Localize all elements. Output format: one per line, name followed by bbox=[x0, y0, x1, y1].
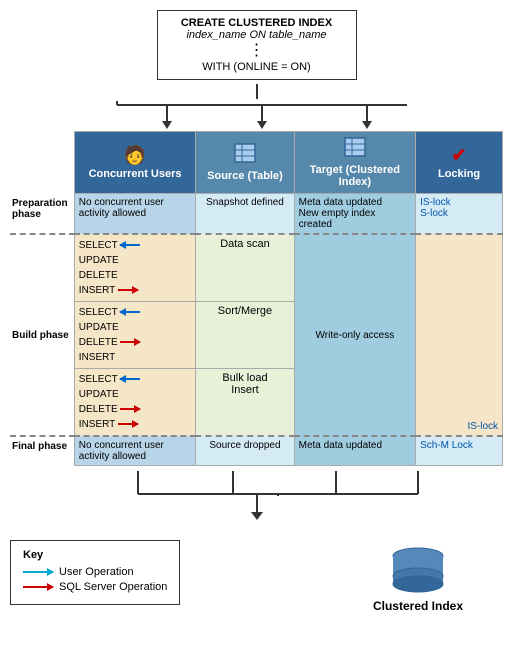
page: CREATE CLUSTERED INDEX index_name ON tab… bbox=[0, 0, 513, 623]
clustered-index-icon bbox=[373, 546, 463, 599]
sql-line3: WITH (ONLINE = ON) bbox=[168, 61, 346, 73]
build-target: Write-only access bbox=[294, 234, 415, 436]
key-sql-op: SQL Server Operation bbox=[23, 581, 167, 593]
prep-phase-label: Preparation phase bbox=[10, 194, 74, 235]
person-icon: 🧑 bbox=[78, 145, 192, 166]
build-source-2: Sort/Merge bbox=[196, 302, 294, 369]
final-phase-row: Final phase No concurrent user activity … bbox=[10, 436, 503, 466]
arrow-right-3b bbox=[118, 423, 138, 425]
final-concurrent-cell: No concurrent user activity allowed bbox=[74, 436, 195, 466]
phase-col-header bbox=[10, 132, 74, 194]
main-diagram: 🧑 Concurrent Users Source (Table) Target… bbox=[10, 131, 503, 499]
bottom-arrows-svg bbox=[88, 466, 488, 496]
sql-line2: index_name ON table_name bbox=[168, 29, 346, 41]
bottom-arrows-cell bbox=[74, 466, 502, 500]
key-title: Key bbox=[23, 549, 167, 561]
final-source-cell: Source dropped bbox=[196, 436, 294, 466]
arrow-split-container bbox=[10, 101, 503, 129]
sql-dots: ⋮ bbox=[168, 43, 346, 59]
table-icon bbox=[199, 143, 290, 168]
key-user-op: User Operation bbox=[23, 566, 167, 578]
arrow-left-3 bbox=[120, 378, 140, 380]
prep-phase-row: Preparation phase No concurrent user act… bbox=[10, 194, 503, 235]
key-section: Key User Operation SQL Server Operation bbox=[10, 540, 180, 605]
split-arrows-svg bbox=[17, 101, 497, 129]
build-concurrent-3: SELECT UPDATE DELETE INSERT bbox=[74, 369, 195, 437]
final-target-cell: Meta data updated bbox=[294, 436, 415, 466]
prep-locking-cell: IS-lock S-lock bbox=[416, 194, 503, 235]
build-source-1: Data scan bbox=[196, 234, 294, 302]
header-concurrent: 🧑 Concurrent Users bbox=[74, 132, 195, 194]
prep-concurrent-cell: No concurrent user activity allowed bbox=[74, 194, 195, 235]
build-concurrent-1: SELECT UPDATE DELETE INSERT bbox=[74, 234, 195, 302]
header-source: Source (Table) bbox=[196, 132, 294, 194]
arrow-right-3a bbox=[120, 408, 140, 410]
final-phase-label: Final phase bbox=[10, 436, 74, 466]
arrow-line-top bbox=[256, 84, 258, 99]
build-phase-label: Build phase bbox=[10, 234, 74, 436]
final-arrow-svg bbox=[247, 494, 267, 524]
clustered-index-label: Clustered Index bbox=[373, 599, 463, 613]
prep-source-cell: Snapshot defined bbox=[196, 194, 294, 235]
arrow-right-2 bbox=[120, 341, 140, 343]
arrow-right-1 bbox=[118, 289, 138, 291]
arrow-left-1 bbox=[120, 244, 140, 246]
header-locking: ✔ Locking bbox=[416, 132, 503, 194]
target-icon bbox=[298, 137, 412, 162]
build-source-3: Bulk loadInsert bbox=[196, 369, 294, 437]
build-locking: IS-lock bbox=[416, 234, 503, 436]
sql-line1: CREATE CLUSTERED INDEX bbox=[168, 17, 346, 29]
sql-box: CREATE CLUSTERED INDEX index_name ON tab… bbox=[157, 10, 357, 80]
header-target: Target (Clustered Index) bbox=[294, 132, 415, 194]
arrow-left-2 bbox=[120, 311, 140, 313]
clustered-index-container: Clustered Index bbox=[373, 546, 463, 613]
build-concurrent-2: SELECT UPDATE DELETE INSERT bbox=[74, 302, 195, 369]
check-icon: ✔ bbox=[419, 145, 499, 166]
prep-target-cell: Meta data updated New empty index create… bbox=[294, 194, 415, 235]
key-arrow-blue-icon bbox=[23, 571, 53, 573]
final-locking-cell: Sch-M Lock bbox=[416, 436, 503, 466]
build-row-1: Build phase SELECT UPDATE DELETE INSERT … bbox=[10, 234, 503, 302]
bottom-section: Key User Operation SQL Server Operation bbox=[10, 532, 503, 613]
key-arrow-red-icon bbox=[23, 586, 53, 588]
